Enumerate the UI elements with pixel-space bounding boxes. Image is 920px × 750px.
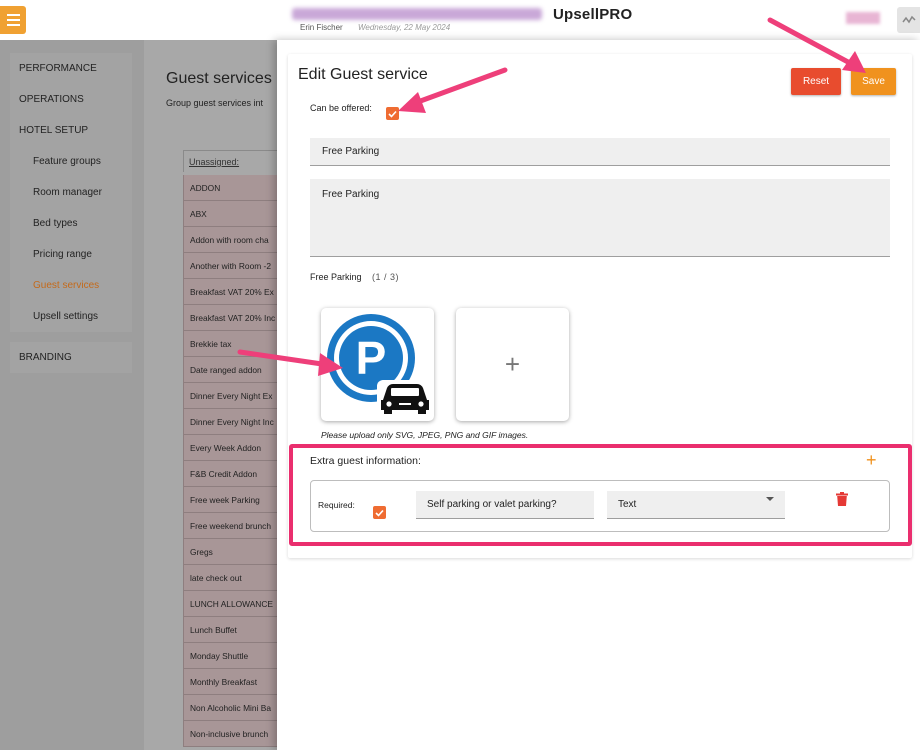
reset-button[interactable]: Reset: [791, 68, 841, 95]
image-count: (1 / 3): [372, 272, 400, 282]
upload-hint: Please upload only SVG, JPEG, PNG and GI…: [321, 430, 529, 440]
service-image-tile[interactable]: P: [321, 308, 434, 421]
avatar[interactable]: [846, 12, 880, 24]
svg-text:P: P: [356, 332, 387, 384]
save-button[interactable]: Save: [851, 68, 896, 95]
image-caption: Free Parking: [310, 272, 362, 282]
list-item[interactable]: F&B Credit Addon: [183, 461, 283, 487]
list-item[interactable]: Free week Parking: [183, 487, 283, 513]
activity-icon: [901, 15, 916, 24]
sidebar-item-operations[interactable]: OPERATIONS: [10, 84, 132, 115]
sidebar-subitem-guest-services[interactable]: Guest services: [10, 270, 132, 301]
edit-panel-title: Edit Guest service: [298, 66, 428, 83]
list-item[interactable]: Non Alcoholic Mini Ba: [183, 695, 283, 721]
unassigned-list-header: Unassigned:: [183, 150, 283, 172]
list-item[interactable]: Dinner Every Night Ex: [183, 383, 283, 409]
list-item[interactable]: ABX: [183, 201, 283, 227]
menu-icon-line: [6, 19, 20, 21]
current-date: Wednesday, 22 May 2024: [358, 23, 451, 32]
parking-car-icon: P: [327, 314, 433, 416]
sidebar-subitem-bed-types[interactable]: Bed types: [10, 208, 132, 239]
menu-icon-line: [6, 24, 20, 26]
activity-button[interactable]: [897, 7, 920, 33]
list-item[interactable]: Brekkie tax: [183, 331, 283, 357]
unassigned-services-list: ADDON ABX Addon with room cha Another with …: [183, 175, 283, 747]
extra-info-highlight-box: [289, 444, 912, 546]
check-icon: [388, 110, 397, 118]
sidebar-item-branding[interactable]: BRANDING: [10, 342, 132, 373]
sidebar: PERFORMANCE OPERATIONS HOTEL SETUP Featu…: [10, 53, 132, 373]
user-name: Erin Fischer: [300, 23, 343, 32]
list-item[interactable]: Monday Shuttle: [183, 643, 283, 669]
can-be-offered-checkbox[interactable]: [386, 107, 399, 120]
sidebar-subitem-pricing-range[interactable]: Pricing range: [10, 239, 132, 270]
list-item[interactable]: Date ranged addon: [183, 357, 283, 383]
app-title: UpsellPRO: [553, 6, 633, 23]
top-bar: UpsellPRO Erin Fischer Wednesday, 22 May…: [0, 0, 920, 40]
sidebar-item-performance[interactable]: PERFORMANCE: [10, 53, 132, 84]
list-item[interactable]: Breakfast VAT 20% Inc: [183, 305, 283, 331]
list-item[interactable]: Another with Room -2: [183, 253, 283, 279]
can-be-offered-label: Can be offered:: [310, 103, 372, 113]
service-description-input[interactable]: Free Parking: [310, 179, 890, 257]
service-name-input[interactable]: Free Parking: [310, 138, 890, 166]
plus-icon: +: [504, 349, 521, 379]
sidebar-item-hotel-setup[interactable]: HOTEL SETUP: [10, 115, 132, 146]
list-item[interactable]: Free weekend brunch: [183, 513, 283, 539]
list-item[interactable]: Addon with room cha: [183, 227, 283, 253]
list-item[interactable]: Gregs: [183, 539, 283, 565]
list-item[interactable]: Every Week Addon: [183, 435, 283, 461]
nav-group-top: PERFORMANCE OPERATIONS HOTEL SETUP Featu…: [10, 53, 132, 332]
list-item[interactable]: Breakfast VAT 20% Ex: [183, 279, 283, 305]
sidebar-subitem-room-manager[interactable]: Room manager: [10, 177, 132, 208]
list-item[interactable]: Lunch Buffet: [183, 617, 283, 643]
list-item[interactable]: Monthly Breakfast: [183, 669, 283, 695]
hamburger-menu-button[interactable]: [0, 6, 26, 34]
list-item[interactable]: Dinner Every Night Inc: [183, 409, 283, 435]
list-item[interactable]: ADDON: [183, 175, 283, 201]
list-item[interactable]: LUNCH ALLOWANCE: [183, 591, 283, 617]
sidebar-subitem-upsell-settings[interactable]: Upsell settings: [10, 301, 132, 332]
page-title: Guest services: [166, 70, 272, 87]
page-subtitle: Group guest services int: [166, 98, 264, 108]
menu-icon-line: [6, 14, 20, 16]
hotel-name-redacted: [292, 8, 542, 20]
sidebar-subitem-feature-groups[interactable]: Feature groups: [10, 146, 132, 177]
add-image-button[interactable]: +: [456, 308, 569, 421]
list-item[interactable]: Non-inclusive brunch: [183, 721, 283, 747]
list-item[interactable]: late check out: [183, 565, 283, 591]
